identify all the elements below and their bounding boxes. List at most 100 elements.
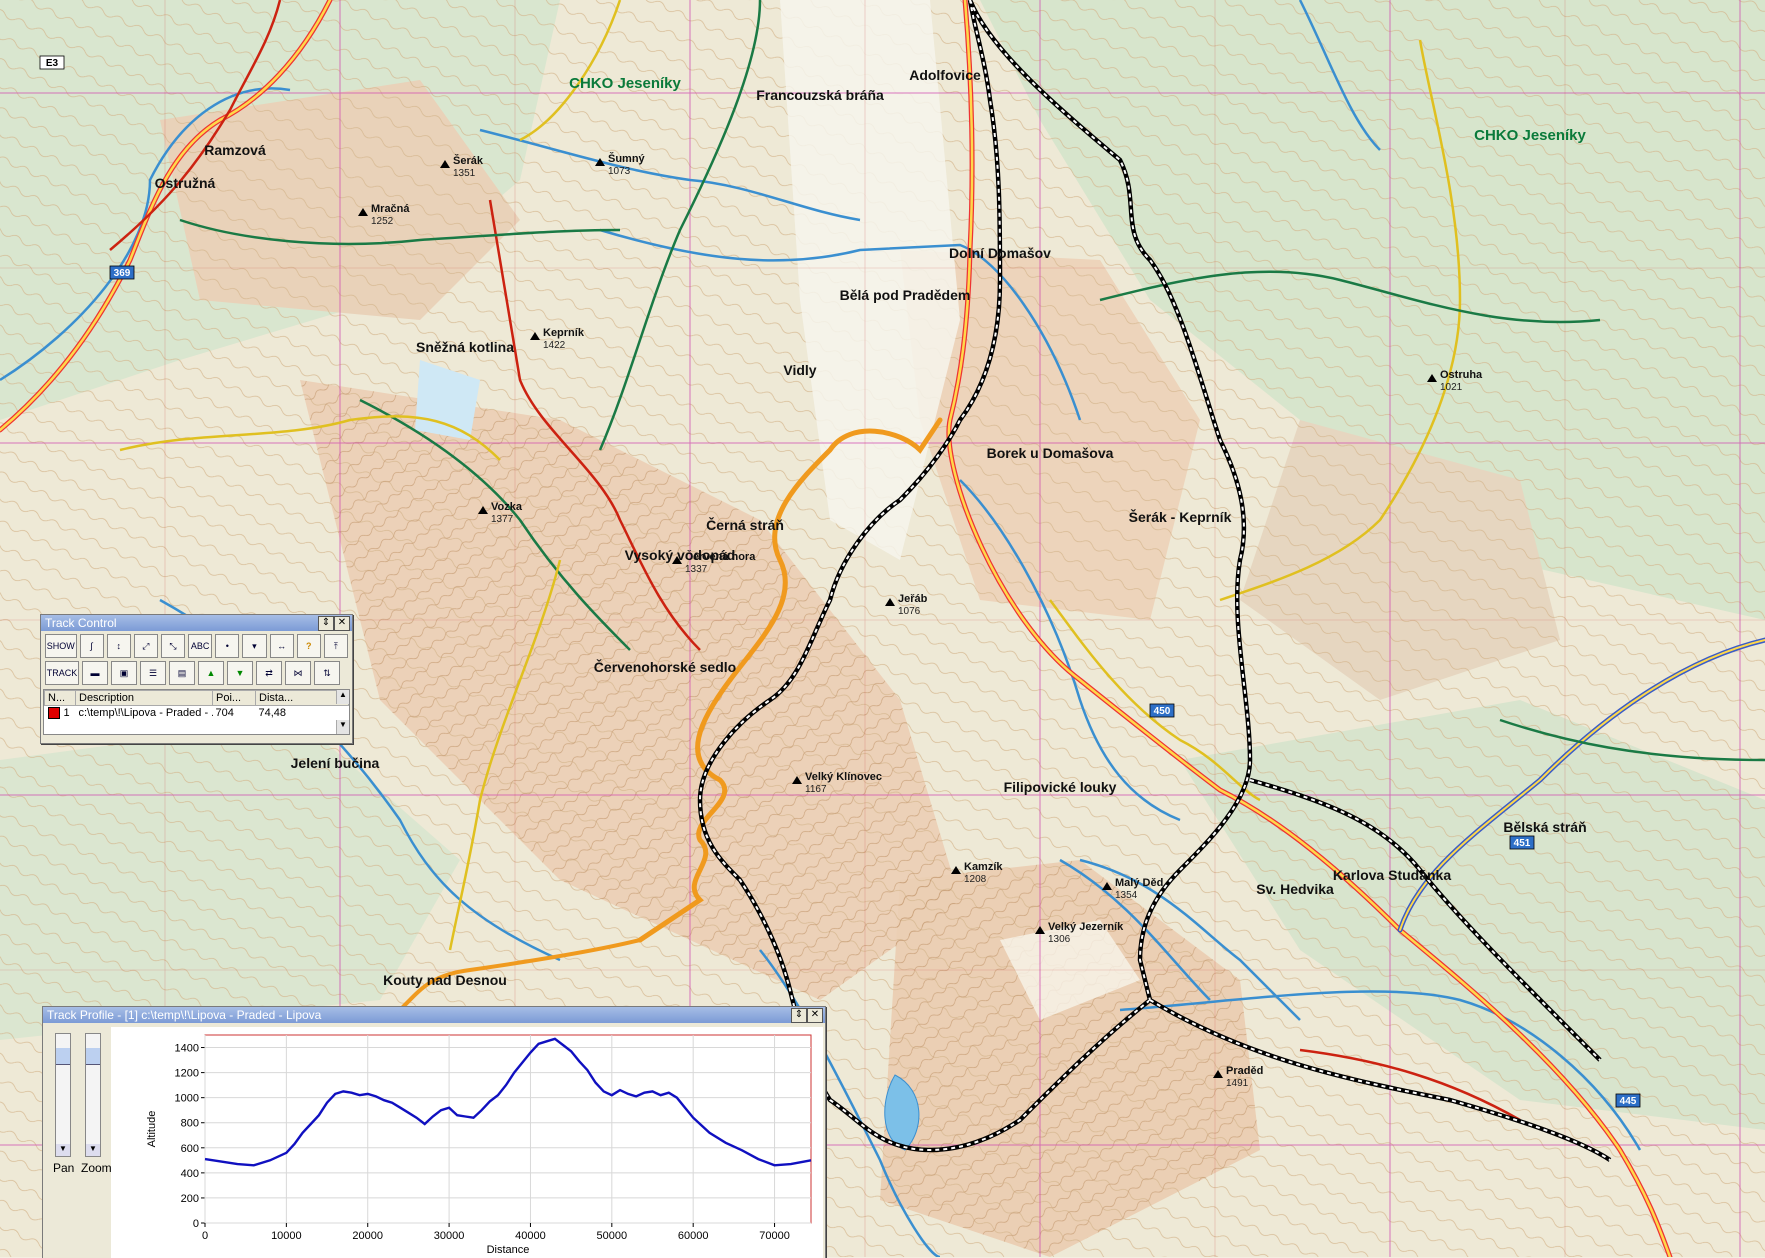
peak-name: Jeřáb [898,593,928,605]
window-restore-button[interactable]: ⇕ [318,616,334,631]
peak-name: Šerák [453,154,484,167]
route-number: 445 [1620,1096,1637,1107]
column-header[interactable]: N... [44,690,76,706]
table-row[interactable]: 1 c:\temp\!\Lipova - Praded - ... 704 74… [44,705,349,721]
x-tick-label: 50000 [597,1230,628,1242]
column-header[interactable]: Description [75,690,213,706]
track-list-header: N... Description Poi... Dista... [44,690,349,706]
window-close-button[interactable]: ✕ [334,616,350,631]
protected-area-label: CHKO Jeseníky [1474,127,1586,144]
show-tool-button[interactable]: SHOW [45,634,77,658]
place-label: Červenohorské sedlo [594,658,736,675]
peak-name: Vozka [491,501,523,513]
place-label: Ramzová [204,142,266,158]
place-label: Sv. Hedvika [1256,881,1334,897]
track-color-swatch [47,707,60,720]
x-tick-label: 10000 [271,1230,302,1242]
protected-area-label: CHKO Jeseníky [569,75,681,92]
route-number-badge: 450 [1149,703,1175,718]
pan-down-icon[interactable]: ▼ [56,1144,70,1156]
scroll-up-icon[interactable]: ▲ [336,690,349,704]
track-profile-titlebar[interactable]: Track Profile - [1] c:\temp\!\Lipova - P… [43,1007,825,1023]
y-tick-label: 400 [181,1168,199,1180]
curve-tool-icon[interactable]: ∫ [79,634,104,658]
peak-name: Velký Jezerník [1048,921,1124,933]
split-tool-icon[interactable]: ⤢ [133,634,158,658]
place-label: Francouzská bráña [756,87,884,103]
place-label: Bělá pod Pradědem [840,287,971,303]
y-axis-label: Altitude [146,1111,158,1148]
x-axis-label: Distance [487,1244,530,1256]
zoom-slider[interactable]: ▼ [85,1033,101,1157]
track-control-titlebar[interactable]: Track Control ⇕ ✕ [41,615,352,631]
zoom-slider-thumb[interactable] [86,1048,100,1065]
window-restore-button[interactable]: ⇕ [791,1008,807,1023]
route-number: 450 [1154,706,1171,717]
peak-name: Červená hora [685,550,756,563]
track-profile-window[interactable]: Track Profile - [1] c:\temp\!\Lipova - P… [42,1006,826,1258]
y-tick-label: 1200 [175,1068,199,1080]
profile-tool-icon[interactable]: ▬ [82,661,108,685]
track-number: 1 [63,707,70,719]
move-up-icon[interactable]: ▲ [198,661,224,685]
track-points: 704 [212,705,256,721]
route-number-badge: 451 [1509,835,1535,850]
reverse-tool-icon[interactable]: ⇄ [256,661,282,685]
pan-label: Pan [53,1161,75,1175]
peak-name: Šumný [608,152,646,165]
measure-tool-icon[interactable]: ↔ [269,634,294,658]
place-label: Vidly [783,362,816,378]
track-list[interactable]: N... Description Poi... Dista... 1 c:\te… [43,689,350,735]
track-control-title: Track Control [45,616,117,630]
point-tool-icon[interactable]: • [215,634,240,658]
place-label: Karlova Studánka [1333,867,1451,883]
place-label: Černá stráň [706,516,784,533]
pan-slider[interactable]: ▼ [55,1033,71,1157]
merge-tool-icon[interactable]: ⋈ [285,661,311,685]
dropdown-tool-icon[interactable]: ▾ [242,634,267,658]
column-header[interactable]: Poi... [212,690,256,706]
toolbar-row-2: TRACK ▬ ▣ ☰ ▤ ▲ ▼ ⇄ ⋈ ⇅ [41,658,352,685]
window-close-button[interactable]: ✕ [807,1008,823,1023]
column-header[interactable]: Dista... [255,690,349,706]
export-tool-icon[interactable]: ⤒ [323,634,348,658]
vertical-tool-icon[interactable]: ↕ [106,634,131,658]
join-tool-icon[interactable]: ⤡ [160,634,186,658]
track-tool-button[interactable]: TRACK [45,661,79,685]
label-tool-button[interactable]: ABC [188,634,213,658]
x-tick-label: 40000 [515,1230,546,1242]
peak-elevation: 1351 [453,168,476,179]
x-tick-label: 0 [202,1230,208,1242]
peak-elevation: 1252 [371,216,394,227]
peak-elevation: 1167 [805,784,827,795]
peak-elevation: 1306 [1048,934,1071,945]
pan-slider-thumb[interactable] [56,1048,70,1065]
zoom-down-icon[interactable]: ▼ [86,1144,100,1156]
track-distance: 74,48 [255,705,349,721]
help-tool-button[interactable]: ? [296,634,321,658]
x-tick-label: 60000 [678,1230,709,1242]
scroll-down-icon[interactable]: ▼ [336,720,349,734]
y-tick-label: 1400 [175,1043,199,1055]
place-label: Borek u Domašova [987,445,1114,461]
save-tool-icon[interactable]: ▣ [111,661,137,685]
properties-tool-icon[interactable]: ▤ [169,661,195,685]
place-label: Filipovické louky [1004,779,1117,795]
sort-tool-icon[interactable]: ⇅ [314,661,340,685]
peak-elevation: 1208 [964,874,987,885]
track-description: c:\temp\!\Lipova - Praded - ... [75,705,213,721]
route-number: 451 [1514,838,1531,849]
route-number: E3 [46,58,59,69]
list-tool-icon[interactable]: ☰ [140,661,166,685]
peak-elevation: 1377 [491,514,514,525]
route-number: 369 [114,268,131,279]
move-down-icon[interactable]: ▼ [227,661,253,685]
track-control-window[interactable]: Track Control ⇕ ✕ SHOW ∫ ↕ ⤢ ⤡ ABC • ▾ ↔… [40,614,353,744]
route-number-badge: 445 [1615,1093,1641,1108]
route-number-badge: 369 [109,265,135,280]
track-profile-title: Track Profile - [1] c:\temp\!\Lipova - P… [47,1008,322,1022]
y-tick-label: 600 [181,1143,199,1155]
elevation-profile-chart[interactable]: 0 200 400 600 800 1000 1200 1400 0 10000 20000 300… [111,1027,823,1258]
place-label: Jelení bučina [291,755,380,771]
route-number-badge: E3 [39,55,65,70]
